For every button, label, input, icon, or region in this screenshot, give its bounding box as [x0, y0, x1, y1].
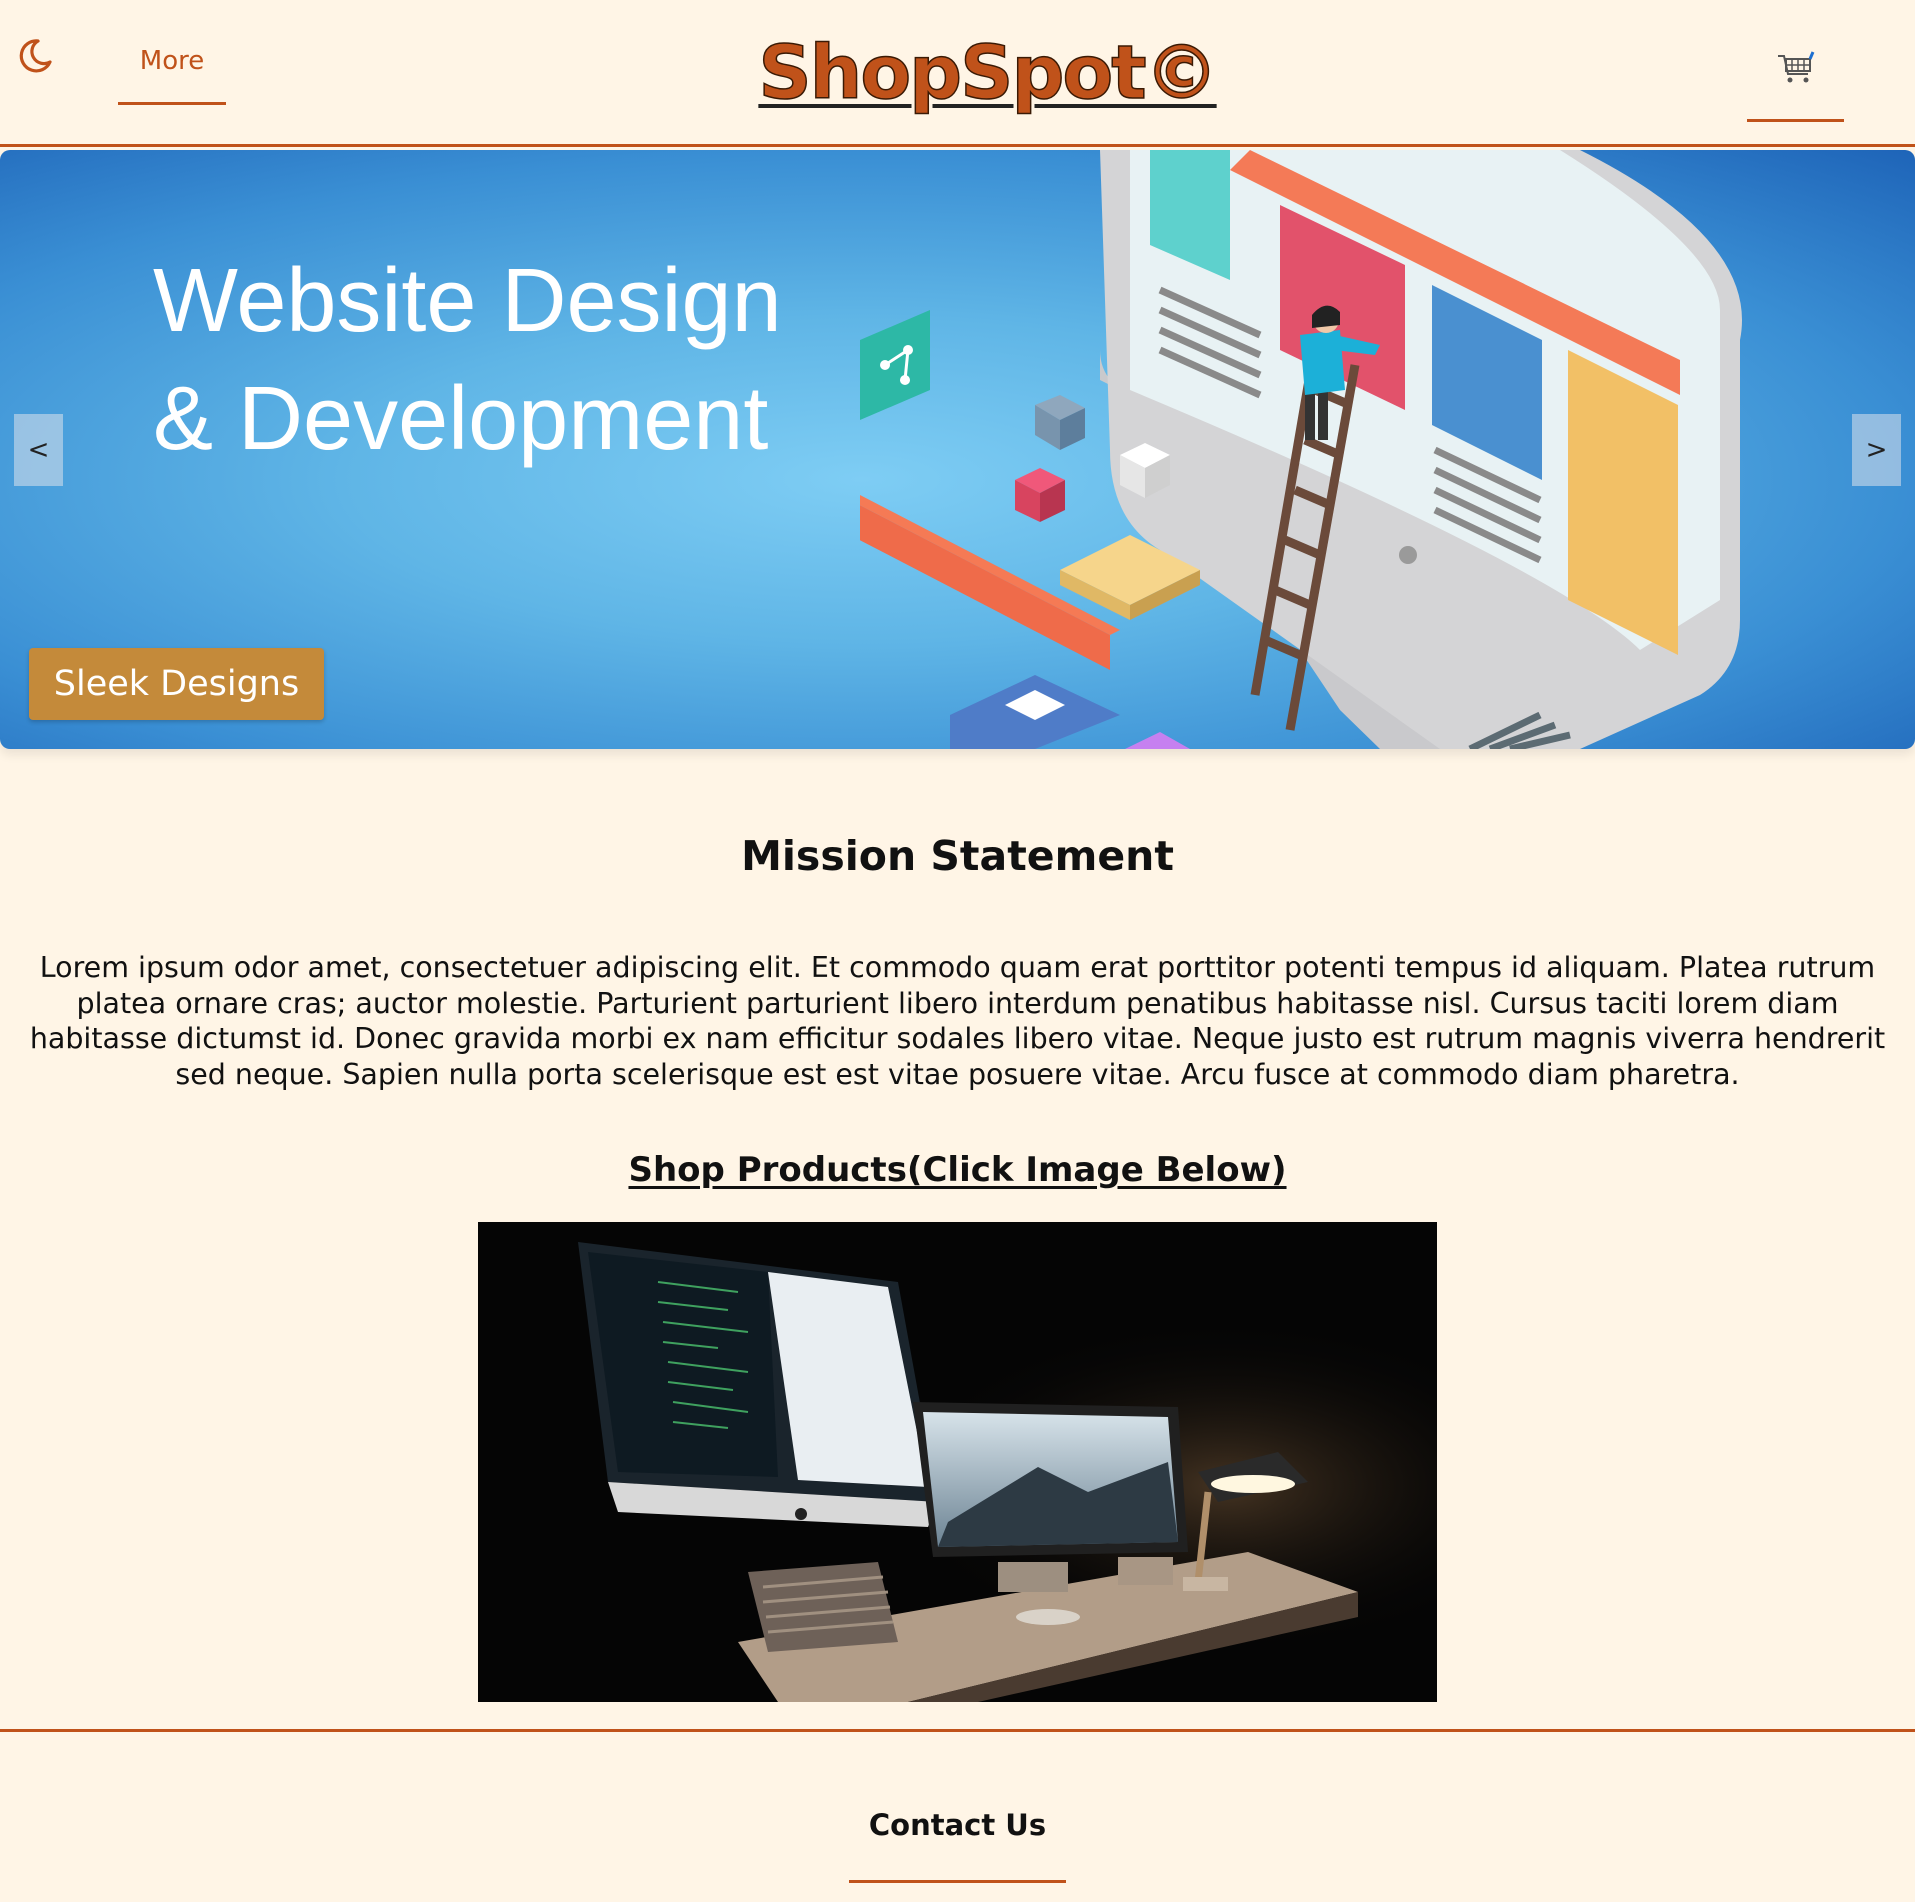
hero-carousel: Website Design & Development < > Sleek D… [0, 150, 1915, 749]
hero-title-line-1: Website Design [153, 251, 782, 351]
site-header: More ShopSpot© [0, 0, 1915, 147]
shop-products-link[interactable]: Shop Products(Click Image Below) [0, 1150, 1915, 1190]
site-footer: Contact Us [0, 1729, 1915, 1902]
slide-caption-badge: Sleek Designs [29, 648, 324, 720]
shop-products-image[interactable] [478, 1222, 1437, 1702]
carousel-next-button[interactable]: > [1852, 414, 1901, 486]
mission-heading: Mission Statement [741, 832, 1174, 880]
shopping-cart-icon [1777, 51, 1814, 83]
hero-title: Website Design & Development [153, 242, 853, 478]
desk-setup-photo [478, 1222, 1437, 1702]
hero-illustration [860, 150, 1742, 749]
carousel-prev-button[interactable]: < [14, 414, 63, 486]
site-logo[interactable]: ShopSpot© [0, 29, 1915, 117]
mission-paragraph: Lorem ipsum odor amet, consectetuer adip… [29, 951, 1886, 1091]
contact-us-link[interactable]: Contact Us [849, 1808, 1066, 1883]
cart-button[interactable] [1747, 50, 1844, 122]
hero-title-line-2: & Development [153, 369, 769, 469]
